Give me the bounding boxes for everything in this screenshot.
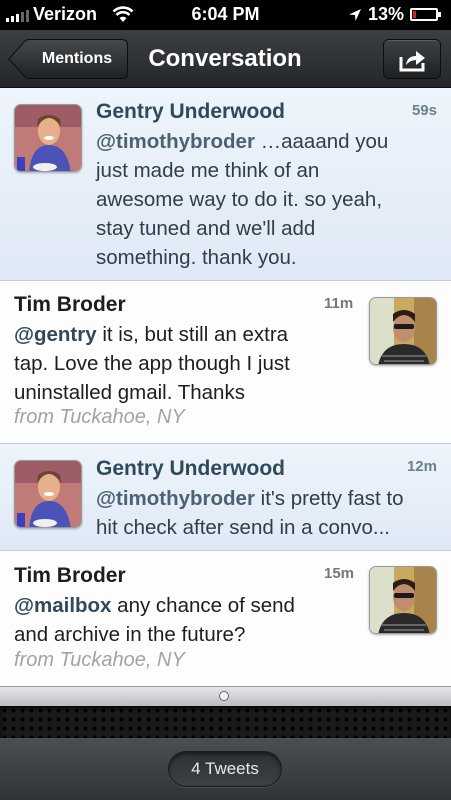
avatar-gentry[interactable] [14,460,82,528]
page-title: Conversation [148,45,302,72]
drawer-handle[interactable] [0,686,451,706]
battery-percent: 13% [367,4,404,24]
back-button[interactable]: Mentions [8,39,128,79]
tweet-location: from Tuckahoe, NY [14,649,185,671]
mention-link[interactable]: @timothybroder [96,130,255,153]
mesh-background [0,706,451,738]
mention-link[interactable]: @timothybroder [96,487,255,510]
bottom-toolbar: 4 Tweets [0,738,451,800]
tweet-text-line: awesome way to do it. so yeah, [96,188,383,211]
tweet-text: @timothybroder …aaaand you just made me … [96,127,436,272]
tweet-row[interactable]: Tim Broder 15m @mailbox any chance of se… [0,551,451,686]
tweet-row[interactable]: Tim Broder 11m @gentry it is, but still … [0,281,451,444]
tweet-text-line: uninstalled gmail. Thanks [14,381,245,404]
tweet-row[interactable]: Gentry Underwood 59s @timothybroder …aaa… [0,88,451,281]
tweet-text-line: it's pretty fast to [254,487,404,510]
back-button-label: Mentions [41,50,113,67]
share-button[interactable] [383,39,441,79]
tweet-age: 12m [406,458,437,475]
mention-link[interactable]: @gentry [14,323,97,346]
author-name[interactable]: Tim Broder [14,293,126,317]
tweet-text-line: …aaaand you [254,130,389,153]
handle-knob-icon [219,691,229,701]
nav-bar: Mentions Conversation [0,30,451,88]
share-icon [399,51,425,72]
tweet-age: 59s [411,102,437,119]
tweet-age: 15m [324,565,355,582]
tweet-text-line: tap. Love the app though I just [14,352,290,375]
tweet-text-line: stay tuned and we'll add [96,217,316,240]
tweet-text-line: something. thank you. [96,246,297,269]
tweet-text-line: just made me think of an [96,159,320,182]
author-name[interactable]: Tim Broder [14,564,126,588]
location-arrow-icon [348,8,361,21]
tweet-row[interactable]: Gentry Underwood 12m @timothybroder it's… [0,444,451,551]
tweet-text-line: it is, but still an extra [96,323,289,346]
tweet-text-line: and archive in the future? [14,623,246,646]
avatar-tim[interactable] [369,297,437,365]
battery-level [413,11,417,18]
avatar-tim[interactable] [369,566,437,634]
tweet-count-button[interactable]: 4 Tweets [168,751,282,787]
tweet-location: from Tuckahoe, NY [14,406,185,428]
avatar-gentry[interactable] [14,104,82,172]
tweet-text: @mailbox any chance of send and archive … [14,591,354,649]
author-name[interactable]: Gentry Underwood [96,457,285,481]
tweet-text: @gentry it is, but still an extra tap. L… [14,320,354,407]
tweet-age: 11m [324,295,354,312]
tweet-text: @timothybroder it's pretty fast to hit c… [96,484,441,542]
conversation-list[interactable]: Gentry Underwood 59s @timothybroder …aaa… [0,88,451,686]
author-name[interactable]: Gentry Underwood [96,100,285,124]
tweet-text-line: any chance of send [111,594,295,617]
mention-link[interactable]: @mailbox [14,594,111,617]
tweet-text-line: hit check after send in a convo... [96,516,390,539]
status-bar: Verizon 6:04 PM 13% [0,0,451,30]
battery-icon [410,8,441,21]
